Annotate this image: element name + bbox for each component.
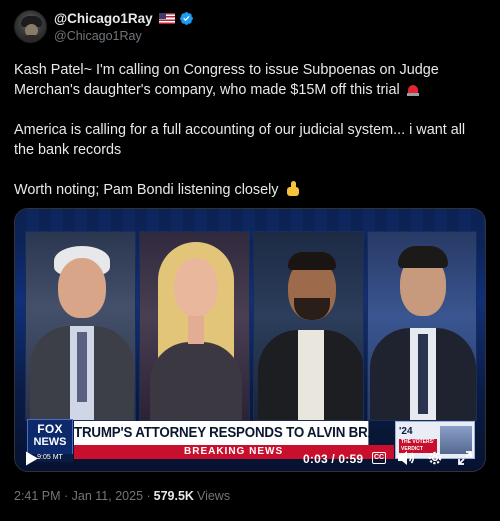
video-panel-guest-2 xyxy=(139,231,250,421)
video-controls: 0:03 / 0:59 CC xyxy=(15,447,485,471)
name-row: @Chicago1Ray xyxy=(54,11,194,26)
play-icon[interactable] xyxy=(25,451,39,466)
avatar[interactable] xyxy=(14,10,47,43)
chyron-headline: TRUMP'S ATTORNEY RESPONDS TO ALVIN BRAGG xyxy=(74,421,398,445)
fullscreen-icon[interactable] xyxy=(457,450,473,466)
tweet-line: the bank records xyxy=(14,142,122,158)
video-panel-guest-4 xyxy=(367,231,477,421)
tweet-meta: 2:41 PM · Jan 11, 2025 · 579.5K Views xyxy=(14,489,230,503)
verified-badge-icon xyxy=(179,12,193,25)
views-count: 579.5K xyxy=(153,489,194,503)
tweet-line: Worth noting; Pam Bondi listening closel… xyxy=(14,180,484,200)
tweet-line: America is calling for a full accounting… xyxy=(14,122,466,138)
video-timecode: 0:03 / 0:59 xyxy=(303,452,364,466)
settings-gear-icon[interactable] xyxy=(427,450,443,466)
tweet-text: Kash Patel~ I'm calling on Congress to i… xyxy=(14,60,484,200)
tweet-line: Merchan's daughter's company, who made $… xyxy=(14,80,484,100)
closed-captions-icon[interactable]: CC xyxy=(372,452,386,464)
verdict-year: '24 xyxy=(399,426,413,437)
tweet-timestamp[interactable]: 2:41 PM · Jan 11, 2025 · xyxy=(14,489,151,503)
video-player[interactable]: FOX NEWS 9:05 MT TRUMP'S ATTORNEY RESPON… xyxy=(14,208,486,472)
video-panel-host xyxy=(25,231,136,421)
display-name[interactable]: @Chicago1Ray xyxy=(54,11,153,26)
avatar-body xyxy=(19,35,44,42)
video-panel-guest-3 xyxy=(253,231,364,421)
tweet-header: @Chicago1Ray @Chicago1Ray xyxy=(14,10,486,46)
thumbs-up-emoji-icon xyxy=(285,181,301,196)
tweet-line: Kash Patel~ I'm calling on Congress to i… xyxy=(14,62,439,78)
handle[interactable]: @Chicago1Ray xyxy=(54,29,142,43)
police-light-emoji-icon xyxy=(406,82,420,96)
volume-icon[interactable] xyxy=(397,450,415,466)
us-flag-icon xyxy=(158,13,175,24)
views-label: Views xyxy=(196,489,231,503)
